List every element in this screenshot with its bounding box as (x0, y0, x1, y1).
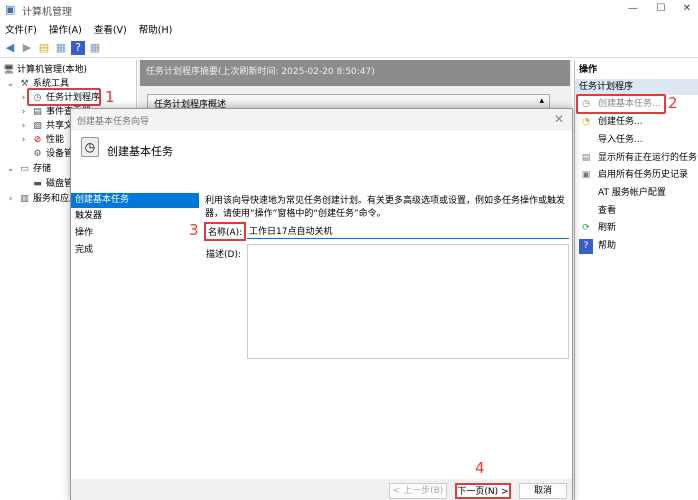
step-create-basic-task[interactable]: 创建基本任务 (71, 193, 199, 208)
action-refresh[interactable]: ⟳ 刷新 (579, 221, 616, 236)
back-button[interactable]: < 上一步(B) (389, 483, 447, 499)
performance-icon: ⊘ (33, 135, 42, 145)
summary-header: 任务计划程序摘要(上次刷新时间: 2025-02-20 8:50:47) (140, 60, 570, 86)
window-title: 计算机管理 (22, 6, 72, 18)
task-icon: ◔ (582, 117, 590, 127)
app-icon: ▣ (5, 3, 16, 16)
forward-icon[interactable]: ▶ (20, 41, 34, 55)
menu-action[interactable]: 操作(A) (49, 22, 82, 36)
action-pane-icon[interactable]: ▦ (88, 41, 102, 55)
action-create-task[interactable]: ◔ 创建任务... (579, 115, 643, 130)
action-help[interactable]: ? 帮助 (579, 239, 616, 254)
maximize-button[interactable]: ☐ (654, 3, 668, 14)
action-view[interactable]: 查看 (579, 204, 616, 219)
dialog-footer: < 上一步(B) 下一页(N) > 取消 (71, 479, 572, 500)
create-basic-task-wizard: 创建基本任务向导 ✕ ◷ 创建基本任务 创建基本任务 触发器 操作 完成 利用该… (70, 108, 573, 500)
dialog-heading: 创建基本任务 (107, 145, 173, 158)
services-icon: ▥ (20, 194, 29, 204)
back-icon[interactable]: ◀ (3, 41, 17, 55)
description-label: 描述(D): (206, 250, 241, 260)
step-trigger[interactable]: 触发器 (71, 209, 199, 224)
dialog-title: 创建基本任务向导 (71, 109, 572, 131)
name-input[interactable] (247, 223, 569, 239)
show-hide-tree-icon[interactable]: ▦ (54, 41, 68, 55)
tree-performance[interactable]: › ⊘ 性能 (18, 133, 64, 147)
refresh-icon: ⟳ (582, 223, 590, 233)
toolbar: ◀ ▶ ▤ ▦ ? ▦ (0, 38, 698, 58)
menu-file[interactable]: 文件(F) (5, 22, 37, 36)
help-icon[interactable]: ? (71, 40, 85, 55)
collapse-icon[interactable]: ▴ (539, 96, 544, 106)
computer-icon: 🖥 (3, 65, 15, 75)
step-action[interactable]: 操作 (71, 226, 199, 241)
wizard-steps: 创建基本任务 触发器 操作 完成 (71, 193, 199, 483)
history-icon: ▣ (581, 170, 591, 180)
minimize-button[interactable]: — (626, 3, 640, 14)
menu-help[interactable]: 帮助(H) (139, 22, 173, 36)
storage-icon: ▭ (20, 164, 29, 174)
action-enable-history[interactable]: ▣ 启用所有任务历史记录 (579, 168, 688, 183)
actions-header: 操作 (579, 65, 598, 75)
wizard-description: 利用该向导快速地为常见任务创建计划。有关更多高级选项或设置，例如多任务操作或触发… (205, 196, 566, 219)
tree-root[interactable]: 🖥 计算机管理(本地) (3, 63, 87, 77)
annotation-2: 2 (668, 94, 678, 112)
highlight-box-1 (27, 88, 101, 106)
name-label: 名称(A): (204, 222, 247, 241)
event-icon: ▤ (33, 107, 42, 117)
menu-bar: 文件(F) 操作(A) 查看(V) 帮助(H) (0, 20, 698, 38)
tree-storage[interactable]: ⌄ ▭ 存储 (5, 162, 51, 176)
close-button[interactable]: ✕ (680, 3, 694, 14)
actions-pane: 操作 任务计划程序 ◷ 创建基本任务... ◔ 创建任务... 导入任务... ▤ 显… (574, 60, 698, 500)
shared-folder-icon: ▨ (33, 121, 42, 131)
device-icon: ⚙ (33, 149, 42, 159)
task-clock-icon: ◷ (81, 137, 99, 157)
step-finish[interactable]: 完成 (71, 243, 199, 258)
disk-icon: ▬ (33, 179, 42, 189)
running-tasks-icon: ▤ (581, 153, 591, 163)
description-textarea[interactable] (247, 244, 569, 359)
highlight-box-2 (576, 94, 666, 114)
dialog-close-button[interactable]: ✕ (554, 112, 564, 126)
help-icon: ? (579, 239, 593, 254)
menu-view[interactable]: 查看(V) (94, 22, 127, 36)
up-folder-icon[interactable]: ▤ (37, 41, 51, 55)
action-at-config[interactable]: AT 服务帐户配置 (579, 186, 666, 201)
annotation-1: 1 (105, 88, 115, 106)
actions-section[interactable]: 任务计划程序 (575, 79, 698, 95)
next-button[interactable]: 下一页(N) > (455, 483, 511, 499)
action-show-running[interactable]: ▤ 显示所有正在运行的任务 (579, 151, 697, 166)
title-bar: ▣ 计算机管理 — ☐ ✕ (0, 0, 698, 20)
annotation-3: 3 (189, 221, 199, 239)
cancel-button[interactable]: 取消 (519, 483, 567, 499)
annotation-4: 4 (475, 459, 485, 477)
action-import-task[interactable]: 导入任务... (579, 133, 643, 148)
